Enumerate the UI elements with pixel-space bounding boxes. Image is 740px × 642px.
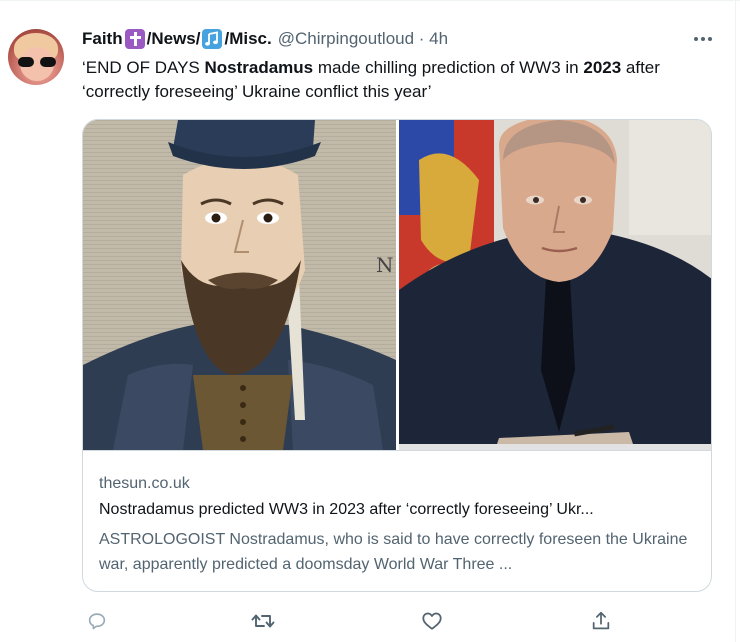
- card-domain: thesun.co.uk: [99, 475, 190, 492]
- reply-icon[interactable]: [82, 606, 112, 636]
- tweet-header: Faith /News/ /Misc. @Chirpingoutloud · 4…: [82, 28, 448, 50]
- card-media[interactable]: N: [83, 120, 711, 450]
- card-divider: [83, 450, 711, 451]
- retweet-icon[interactable]: [248, 606, 278, 636]
- putin-photo-image: [399, 120, 711, 450]
- user-handle[interactable]: @Chirpingoutloud: [278, 29, 414, 48]
- display-name[interactable]: Faith /News/ /Misc.: [82, 29, 272, 49]
- musical-notes-emoji-icon: [202, 29, 223, 49]
- share-icon[interactable]: [586, 606, 616, 636]
- tweet-text-part: ‘END OF DAYS: [82, 58, 205, 77]
- tweet-text-part: made chilling prediction of WW3 in: [313, 58, 584, 77]
- display-name-part: /Misc.: [224, 29, 272, 48]
- timestamp[interactable]: 4h: [429, 29, 448, 48]
- like-icon[interactable]: [417, 606, 447, 636]
- latin-cross-emoji-icon: [124, 29, 145, 49]
- nostradamus-portrait-image: N: [83, 120, 396, 450]
- display-name-part: /News/: [146, 29, 201, 48]
- card-title: Nostradamus predicted WW3 in 2023 after …: [99, 501, 594, 518]
- tweet-text-bold: Nostradamus: [204, 58, 314, 77]
- tweet-text: ‘END OF DAYS Nostradamus made chilling p…: [82, 56, 712, 104]
- right-divider: [735, 0, 736, 642]
- handle-and-time: @Chirpingoutloud · 4h: [278, 29, 448, 49]
- display-name-part: Faith: [82, 29, 123, 48]
- card-description: ASTROLOGOIST Nostradamus, who is said to…: [99, 531, 688, 573]
- svg-text:N: N: [376, 253, 394, 277]
- tweet-actions: [82, 606, 622, 636]
- top-divider: [0, 0, 740, 1]
- link-card[interactable]: N thesun.co.uk Nostradamus predicted WW3…: [82, 119, 712, 592]
- separator-dot: ·: [414, 29, 430, 48]
- tweet-text-bold: 2023: [583, 58, 622, 77]
- more-options-icon[interactable]: [690, 32, 716, 46]
- avatar[interactable]: [8, 29, 64, 85]
